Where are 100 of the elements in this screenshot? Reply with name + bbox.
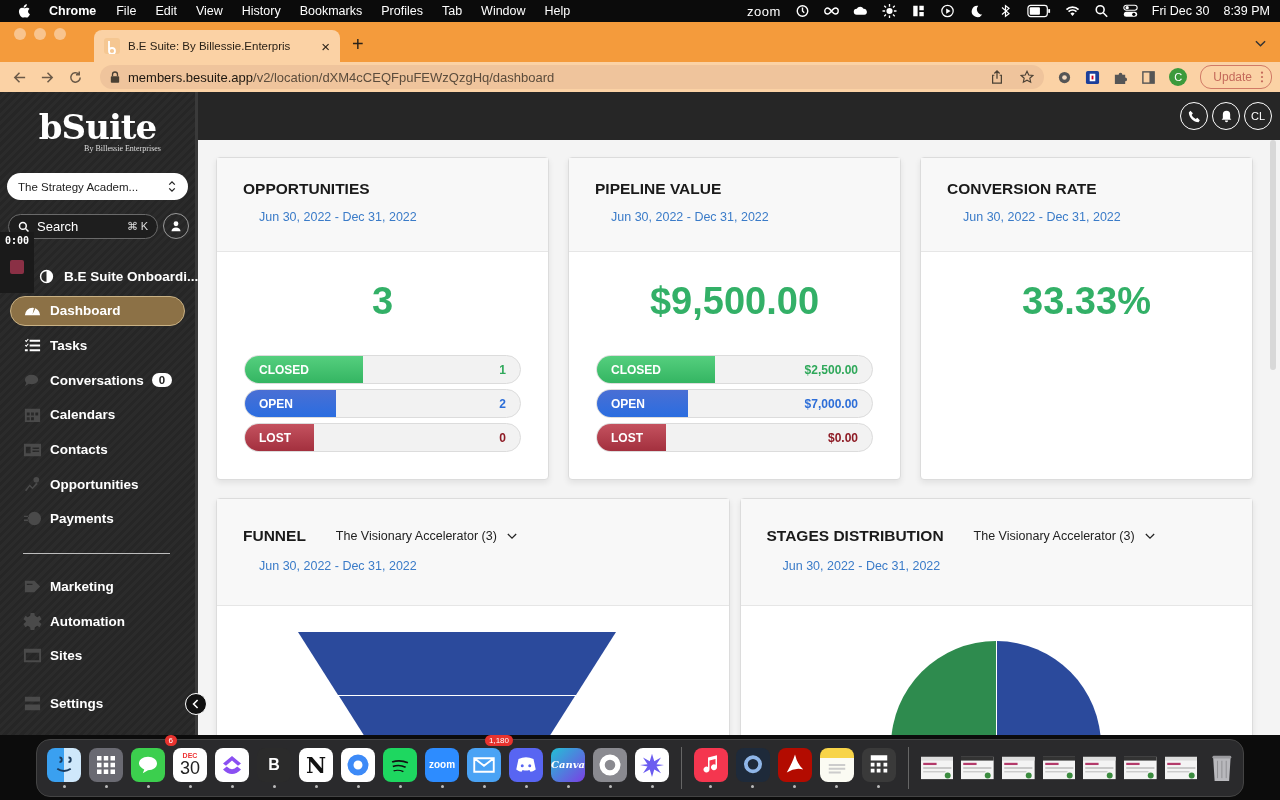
- chevron-logo-icon[interactable]: [215, 747, 249, 782]
- flower-icon[interactable]: [635, 747, 669, 782]
- letter-icon[interactable]: N: [299, 747, 333, 782]
- search-icon: [18, 220, 30, 233]
- apple-logo-icon[interactable]: [18, 3, 31, 19]
- status-label: CLOSED: [611, 362, 661, 377]
- wifi-icon[interactable]: [1064, 4, 1080, 18]
- cloud-icon[interactable]: [852, 4, 868, 18]
- account-switcher[interactable]: The Strategy Academ...: [7, 173, 188, 200]
- card-title: STAGES DISTRIBUTION: [766, 527, 944, 545]
- play-icon[interactable]: [939, 4, 955, 18]
- nav-item[interactable]: Tasks: [10, 330, 185, 361]
- share-icon[interactable]: [990, 70, 1005, 84]
- nav-item[interactable]: Dashboard: [10, 295, 185, 326]
- menu-item[interactable]: Tab: [441, 4, 463, 18]
- menu-item[interactable]: Help: [544, 4, 571, 18]
- reload-icon[interactable]: [68, 69, 83, 85]
- up-down-chevron-icon: [168, 180, 176, 193]
- card-title: PIPELINE VALUE: [595, 180, 723, 198]
- address-field[interactable]: members.besuite.app/v2/location/dXM4cCEQFpuFEWzQzgHq/dashboard: [100, 65, 1045, 89]
- app-menu[interactable]: Chrome: [49, 4, 97, 18]
- speech-bubble-icon[interactable]: [131, 747, 165, 782]
- status-reading: 1: [499, 362, 506, 377]
- nav-item[interactable]: Settings: [10, 688, 185, 719]
- music-note-icon[interactable]: [693, 747, 728, 782]
- search-icon[interactable]: [1093, 4, 1109, 18]
- envelope-icon[interactable]: [467, 747, 501, 782]
- card-title: OPPORTUNITIES: [243, 180, 371, 198]
- menu-item[interactable]: File: [116, 4, 137, 18]
- date-range: Jun 30, 2022 - Dec 31, 2022: [258, 559, 418, 573]
- menu-item[interactable]: Window: [481, 4, 526, 18]
- notepad-icon[interactable]: [819, 747, 854, 782]
- menu-bar-time[interactable]: 8:39 PM: [1223, 4, 1270, 18]
- date-range: Jun 30, 2022 - Dec 31, 2022: [781, 559, 942, 573]
- status-label: LOST: [259, 430, 291, 445]
- sun-icon[interactable]: [881, 4, 897, 18]
- controller-logo-icon[interactable]: [509, 747, 543, 782]
- nav-item[interactable]: Opportunities: [10, 469, 185, 500]
- date-range: Jun 30, 2022 - Dec 31, 2022: [610, 210, 770, 224]
- stat-value: 33.33%: [1022, 280, 1151, 323]
- nav-item[interactable]: Payments: [10, 503, 185, 534]
- phone-icon: [1187, 109, 1201, 123]
- date-range: Jun 30, 2022 - Dec 31, 2022: [962, 210, 1122, 224]
- extension-icon[interactable]: [1057, 69, 1073, 85]
- calculator-icon[interactable]: [861, 747, 896, 782]
- menu-item[interactable]: Edit: [155, 4, 177, 18]
- count-badge: 0: [151, 373, 173, 388]
- site-favicon-icon: [104, 38, 120, 54]
- notification-badge: 6: [164, 734, 177, 746]
- status-label: LOST: [611, 430, 643, 445]
- collapse-sidebar-button[interactable]: [185, 693, 207, 715]
- menu-item[interactable]: View: [195, 4, 223, 18]
- status-label: CLOSED: [259, 362, 309, 377]
- side-panel-icon[interactable]: [1141, 69, 1157, 85]
- new-tab-button[interactable]: +: [352, 33, 364, 56]
- extension-icon[interactable]: [1085, 69, 1101, 85]
- pipeline-dropdown[interactable]: The Visionary Accelerator (3): [335, 529, 517, 543]
- control-center-icon[interactable]: [1122, 4, 1138, 18]
- menu-item[interactable]: History: [241, 4, 281, 18]
- nav-item[interactable]: Conversations 0: [10, 365, 185, 396]
- stat-value: $9,500.00: [649, 280, 820, 323]
- status-label: OPEN: [259, 396, 293, 411]
- nav-item[interactable]: Marketing: [10, 571, 185, 602]
- status-label: OPEN: [611, 396, 645, 411]
- finder-icon[interactable]: [47, 747, 81, 782]
- nav-item[interactable]: Calendars: [10, 399, 185, 430]
- ring-logo-icon[interactable]: [341, 747, 375, 782]
- close-tab-button[interactable]: ×: [321, 37, 330, 55]
- nav-item[interactable]: Sites: [10, 640, 185, 671]
- menu-item[interactable]: Profiles: [381, 4, 423, 18]
- status-reading: $0.00: [827, 430, 858, 445]
- bookmark-star-icon[interactable]: [1020, 70, 1035, 84]
- notification-badge: 1,180: [484, 734, 513, 746]
- wave-logo-icon[interactable]: [383, 747, 417, 782]
- status-reading: 0: [499, 430, 506, 445]
- infinity-icon[interactable]: [823, 4, 839, 18]
- timer-icon[interactable]: [794, 4, 810, 18]
- pipeline-dropdown[interactable]: The Visionary Accelerator (3): [973, 529, 1155, 543]
- menu-bar-date[interactable]: Fri Dec 30: [1151, 4, 1210, 18]
- battery-icon[interactable]: [1026, 4, 1051, 18]
- browser-tab[interactable]: B.E Suite: By Billessie.Enterpris ×: [94, 30, 340, 62]
- profile-avatar[interactable]: C: [1169, 68, 1188, 86]
- status-reading: $2,500.00: [804, 362, 858, 377]
- logo[interactable]: bSuite: [38, 109, 157, 144]
- canva-logo-icon[interactable]: Canva: [551, 747, 585, 782]
- menu-item[interactable]: Bookmarks: [299, 4, 363, 18]
- status-reading: 2: [499, 396, 506, 411]
- tab-search-chevron-icon[interactable]: [1255, 40, 1266, 48]
- chevron-down-icon: [1144, 532, 1155, 540]
- date-range: Jun 30, 2022 - Dec 31, 2022: [258, 210, 418, 224]
- trend-icon: [23, 474, 42, 494]
- app-grid-icon[interactable]: [89, 747, 123, 782]
- chevron-down-icon: [506, 532, 517, 540]
- user-icon: [170, 220, 182, 232]
- nav-item[interactable]: Contacts: [10, 434, 185, 465]
- bell-icon: [1219, 109, 1233, 123]
- more-icon[interactable]: [1260, 71, 1264, 83]
- layout-icon[interactable]: [910, 4, 926, 18]
- zoom-status-item[interactable]: zoom: [747, 3, 781, 19]
- nav-item[interactable]: Automation: [10, 606, 185, 637]
